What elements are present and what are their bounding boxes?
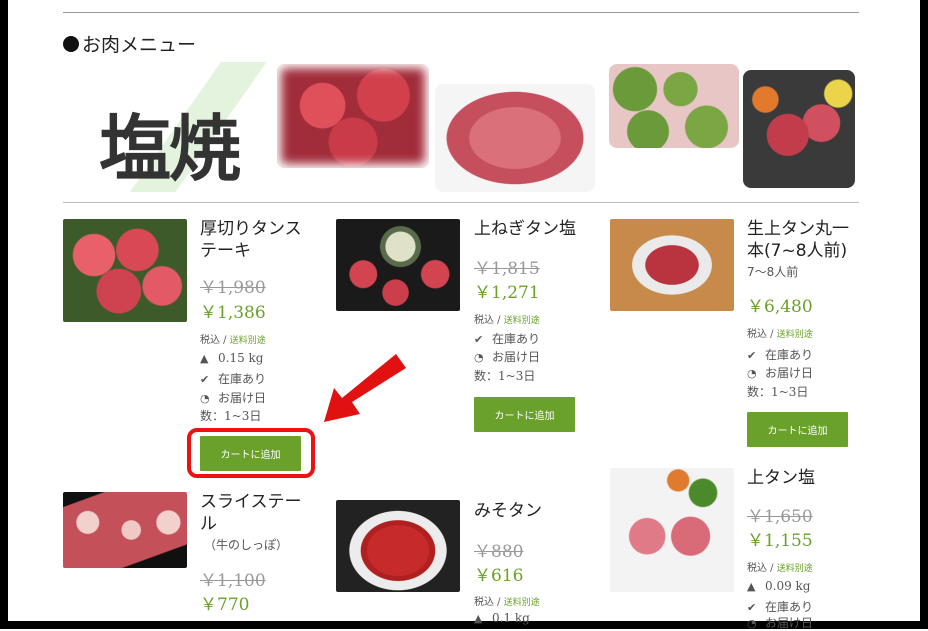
product-name-line[interactable]: 厚切りタンス bbox=[200, 218, 302, 240]
product-name-line[interactable]: スライステー bbox=[200, 491, 302, 513]
sale-price: ￥1,155 bbox=[747, 531, 813, 551]
tax-label: 税込 bbox=[474, 597, 494, 608]
section-title: お肉メニュー bbox=[63, 30, 196, 57]
original-price: ￥1,815 bbox=[474, 259, 540, 279]
check-icon: ✔ bbox=[747, 601, 757, 614]
weight-icon: ▲ bbox=[200, 352, 209, 365]
original-price: ￥1,650 bbox=[747, 507, 813, 527]
clock-icon: ◔ bbox=[747, 367, 757, 380]
banner-image-cubes bbox=[277, 64, 429, 168]
banner-title: 塩焼 bbox=[99, 107, 241, 191]
product-name-line[interactable]: 生上タン丸一 bbox=[747, 218, 849, 240]
product-image[interactable] bbox=[63, 219, 187, 322]
product-image[interactable] bbox=[610, 219, 734, 311]
screenshot-frame-left bbox=[0, 0, 8, 629]
product-image[interactable] bbox=[336, 219, 460, 311]
check-icon: ✔ bbox=[747, 349, 757, 362]
stock-status: 在庫あり bbox=[765, 348, 814, 362]
delivery-label: お届け日 bbox=[765, 616, 814, 630]
section-title-text: お肉メニュー bbox=[82, 34, 197, 56]
sale-price: ￥1,386 bbox=[200, 303, 266, 323]
product-image[interactable] bbox=[336, 500, 460, 592]
delivery-label: お届け日 bbox=[218, 391, 267, 405]
check-icon: ✔ bbox=[474, 333, 484, 346]
shipping-link[interactable]: 送料別途 bbox=[777, 564, 813, 574]
product-name-line[interactable]: 本(7~8人前) bbox=[747, 240, 849, 262]
product-name-line[interactable]: ル bbox=[200, 513, 302, 535]
weight-icon: ▲ bbox=[474, 612, 483, 625]
add-to-cart-button[interactable]: カートに追加 bbox=[474, 397, 575, 432]
delivery-days: 数：1~3日 bbox=[474, 369, 536, 383]
product-name-line[interactable]: テーキ bbox=[200, 240, 302, 262]
stock-info: ✔ 在庫あり bbox=[474, 330, 540, 347]
tax-note: 税込 / 送料別途 bbox=[474, 597, 540, 608]
product-image[interactable] bbox=[63, 492, 187, 568]
tax-label: 税込 bbox=[474, 315, 494, 326]
product-subtitle: （牛のしっぽ） bbox=[204, 538, 289, 552]
stock-status: 在庫あり bbox=[765, 600, 814, 614]
clock-icon: ◔ bbox=[200, 392, 210, 405]
weight-info: ▲ 0.1 kg bbox=[474, 611, 530, 625]
delivery-days: 数：1~3日 bbox=[200, 409, 262, 423]
weight-info: ▲ 0.09 kg bbox=[747, 579, 811, 593]
stock-info: ✔ 在庫あり bbox=[747, 346, 813, 363]
weight-value: 0.15 kg bbox=[218, 351, 264, 365]
banner-image-slices bbox=[435, 84, 595, 192]
product-name[interactable]: 上タン塩 bbox=[747, 467, 815, 489]
sale-price: ￥6,480 bbox=[747, 297, 813, 317]
original-price: ￥1,980 bbox=[200, 278, 266, 298]
product-image[interactable] bbox=[610, 468, 734, 592]
product-name[interactable]: スライステー ル bbox=[200, 491, 302, 535]
banner-image-grill bbox=[743, 70, 855, 188]
product-name[interactable]: 厚切りタンス テーキ bbox=[200, 218, 302, 262]
add-to-cart-button[interactable]: カートに追加 bbox=[747, 412, 848, 447]
clock-icon: ◔ bbox=[747, 617, 757, 630]
weight-value: 0.09 kg bbox=[765, 579, 811, 593]
shipping-link[interactable]: 送料別途 bbox=[230, 336, 266, 346]
banner-image-negi bbox=[609, 64, 739, 148]
screenshot-frame-right bbox=[920, 0, 928, 629]
shipping-link[interactable]: 送料別途 bbox=[504, 316, 540, 326]
product-name[interactable]: みそタン bbox=[474, 500, 542, 522]
delivery-info: ◔ お届け日 bbox=[747, 364, 813, 381]
weight-icon: ▲ bbox=[747, 580, 756, 593]
tax-label: 税込 bbox=[747, 563, 767, 574]
tax-label: 税込 bbox=[200, 335, 220, 346]
tax-note: 税込 / 送料別途 bbox=[747, 563, 813, 574]
product-name[interactable]: 生上タン丸一 本(7~8人前) bbox=[747, 218, 849, 262]
sale-price: ￥1,271 bbox=[474, 283, 540, 303]
tax-note: 税込 / 送料別途 bbox=[474, 315, 540, 326]
check-icon: ✔ bbox=[200, 373, 210, 386]
divider-mid bbox=[63, 202, 859, 203]
original-price: ￥1,100 bbox=[200, 571, 266, 591]
product-subtitle: 7～8人前 bbox=[747, 265, 799, 279]
shipping-link[interactable]: 送料別途 bbox=[777, 330, 813, 340]
clock-icon: ◔ bbox=[474, 351, 484, 364]
weight-value: 0.1 kg bbox=[492, 611, 530, 625]
sale-price: ￥616 bbox=[474, 566, 524, 586]
delivery-info: ◔ お届け日 bbox=[474, 348, 540, 365]
original-price: ￥880 bbox=[474, 542, 524, 562]
tax-note: 税込 / 送料別途 bbox=[747, 329, 813, 340]
weight-info: ▲ 0.15 kg bbox=[200, 351, 264, 365]
tax-note: 税込 / 送料別途 bbox=[200, 335, 266, 346]
stock-status: 在庫あり bbox=[492, 332, 541, 346]
divider-top bbox=[63, 12, 859, 13]
stock-info: ✔ 在庫あり bbox=[200, 370, 266, 387]
stock-info: ✔ 在庫あり bbox=[747, 598, 813, 615]
tax-label: 税込 bbox=[747, 329, 767, 340]
highlight-box bbox=[187, 428, 315, 478]
shipping-link[interactable]: 送料別途 bbox=[504, 598, 540, 608]
delivery-days: 数：1~3日 bbox=[747, 385, 809, 399]
delivery-info: ◔ お届け日 bbox=[747, 614, 813, 631]
delivery-label: お届け日 bbox=[765, 366, 814, 380]
sale-price: ￥770 bbox=[200, 595, 250, 615]
category-banner[interactable]: 塩焼 bbox=[63, 62, 859, 192]
bullet-icon bbox=[63, 36, 79, 52]
annotation-arrow-icon bbox=[324, 354, 406, 422]
stock-status: 在庫あり bbox=[218, 372, 267, 386]
delivery-info: ◔ お届け日 bbox=[200, 389, 266, 406]
delivery-label: お届け日 bbox=[492, 350, 541, 364]
product-name[interactable]: 上ねぎタン塩 bbox=[474, 218, 576, 240]
